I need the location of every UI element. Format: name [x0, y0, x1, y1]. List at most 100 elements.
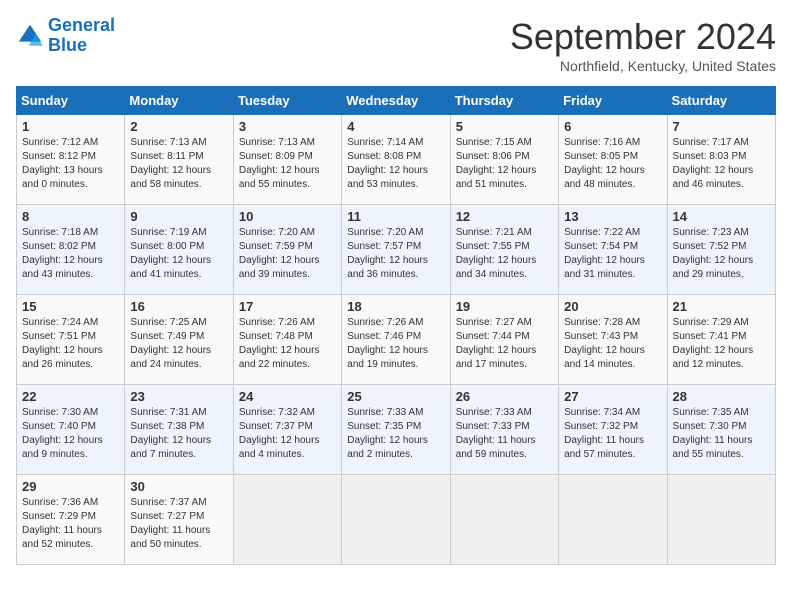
calendar-cell: 24 Sunrise: 7:32 AM Sunset: 7:37 PM Dayli…	[233, 385, 341, 475]
calendar-body: 1Sunrise: 7:12 AM Sunset: 8:12 PM Daylig…	[17, 115, 776, 565]
day-number: 5	[456, 119, 553, 134]
calendar-cell: 21 Sunrise: 7:29 AM Sunset: 7:41 PM Dayli…	[667, 295, 775, 385]
day-number: 23	[130, 389, 227, 404]
weekday-header: Sunday	[17, 87, 125, 115]
calendar-title: September 2024	[510, 16, 776, 58]
calendar-header: SundayMondayTuesdayWednesdayThursdayFrid…	[17, 87, 776, 115]
day-number: 6	[564, 119, 661, 134]
calendar-cell: 22 Sunrise: 7:30 AM Sunset: 7:40 PM Dayli…	[17, 385, 125, 475]
calendar-cell: 15 Sunrise: 7:24 AM Sunset: 7:51 PM Dayli…	[17, 295, 125, 385]
weekday-row: SundayMondayTuesdayWednesdayThursdayFrid…	[17, 87, 776, 115]
day-info: Sunrise: 7:26 AM Sunset: 7:48 PM Dayligh…	[239, 316, 336, 372]
calendar-cell	[667, 475, 775, 565]
day-number: 21	[673, 299, 770, 314]
title-area: September 2024 Northfield, Kentucky, Uni…	[510, 16, 776, 74]
day-info: Sunrise: 7:20 AM Sunset: 7:59 PM Dayligh…	[239, 226, 336, 282]
calendar-cell: 29 Sunrise: 7:36 AM Sunset: 7:29 PM Dayli…	[17, 475, 125, 565]
calendar-week-row: 8 Sunrise: 7:18 AM Sunset: 8:02 PM Daylig…	[17, 205, 776, 295]
day-info: Sunrise: 7:26 AM Sunset: 7:46 PM Dayligh…	[347, 316, 444, 372]
day-info: Sunrise: 7:35 AM Sunset: 7:30 PM Dayligh…	[673, 406, 770, 462]
calendar-cell: 23 Sunrise: 7:31 AM Sunset: 7:38 PM Dayli…	[125, 385, 233, 475]
calendar-cell: 9Sunrise: 7:19 AM Sunset: 8:00 PM Daylig…	[125, 205, 233, 295]
calendar-cell: 7 Sunrise: 7:17 AM Sunset: 8:03 PM Daylig…	[667, 115, 775, 205]
calendar-cell: 18 Sunrise: 7:26 AM Sunset: 7:46 PM Dayli…	[342, 295, 450, 385]
weekday-header: Tuesday	[233, 87, 341, 115]
day-number: 25	[347, 389, 444, 404]
day-number: 8	[22, 209, 119, 224]
logo-line1: General	[48, 15, 115, 35]
calendar-cell: 8 Sunrise: 7:18 AM Sunset: 8:02 PM Daylig…	[17, 205, 125, 295]
calendar-cell: 19 Sunrise: 7:27 AM Sunset: 7:44 PM Dayli…	[450, 295, 558, 385]
day-info: Sunrise: 7:22 AM Sunset: 7:54 PM Dayligh…	[564, 226, 661, 282]
day-number: 3	[239, 119, 336, 134]
calendar-subtitle: Northfield, Kentucky, United States	[510, 58, 776, 74]
logo-icon	[16, 22, 44, 50]
day-info: Sunrise: 7:29 AM Sunset: 7:41 PM Dayligh…	[673, 316, 770, 372]
day-number: 29	[22, 479, 119, 494]
day-number: 22	[22, 389, 119, 404]
logo-line2: Blue	[48, 35, 87, 55]
logo: General Blue	[16, 16, 115, 56]
day-info: Sunrise: 7:25 AM Sunset: 7:49 PM Dayligh…	[130, 316, 227, 372]
day-number: 1	[22, 119, 119, 134]
day-number: 7	[673, 119, 770, 134]
day-info: Sunrise: 7:15 AM Sunset: 8:06 PM Dayligh…	[456, 136, 553, 192]
day-number: 27	[564, 389, 661, 404]
day-info: Sunrise: 7:32 AM Sunset: 7:37 PM Dayligh…	[239, 406, 336, 462]
calendar-cell	[559, 475, 667, 565]
day-number: 4	[347, 119, 444, 134]
calendar-cell: 5 Sunrise: 7:15 AM Sunset: 8:06 PM Daylig…	[450, 115, 558, 205]
day-info: Sunrise: 7:37 AM Sunset: 7:27 PM Dayligh…	[130, 496, 227, 552]
calendar-week-row: 15 Sunrise: 7:24 AM Sunset: 7:51 PM Dayli…	[17, 295, 776, 385]
day-info: Sunrise: 7:13 AM Sunset: 8:09 PM Dayligh…	[239, 136, 336, 192]
calendar-cell	[233, 475, 341, 565]
day-number: 14	[673, 209, 770, 224]
day-info: Sunrise: 7:33 AM Sunset: 7:35 PM Dayligh…	[347, 406, 444, 462]
calendar-cell: 20Sunrise: 7:28 AM Sunset: 7:43 PM Dayli…	[559, 295, 667, 385]
day-number: 19	[456, 299, 553, 314]
weekday-header: Friday	[559, 87, 667, 115]
day-number: 24	[239, 389, 336, 404]
day-info: Sunrise: 7:13 AM Sunset: 8:11 PM Dayligh…	[130, 136, 227, 192]
day-info: Sunrise: 7:18 AM Sunset: 8:02 PM Dayligh…	[22, 226, 119, 282]
day-info: Sunrise: 7:17 AM Sunset: 8:03 PM Dayligh…	[673, 136, 770, 192]
calendar-table: SundayMondayTuesdayWednesdayThursdayFrid…	[16, 86, 776, 565]
day-number: 26	[456, 389, 553, 404]
day-info: Sunrise: 7:27 AM Sunset: 7:44 PM Dayligh…	[456, 316, 553, 372]
calendar-cell: 25 Sunrise: 7:33 AM Sunset: 7:35 PM Dayli…	[342, 385, 450, 475]
day-info: Sunrise: 7:24 AM Sunset: 7:51 PM Dayligh…	[22, 316, 119, 372]
day-number: 2	[130, 119, 227, 134]
weekday-header: Wednesday	[342, 87, 450, 115]
day-info: Sunrise: 7:36 AM Sunset: 7:29 PM Dayligh…	[22, 496, 119, 552]
day-number: 28	[673, 389, 770, 404]
calendar-cell: 12Sunrise: 7:21 AM Sunset: 7:55 PM Dayli…	[450, 205, 558, 295]
calendar-cell: 2 Sunrise: 7:13 AM Sunset: 8:11 PM Daylig…	[125, 115, 233, 205]
day-number: 10	[239, 209, 336, 224]
weekday-header: Saturday	[667, 87, 775, 115]
day-number: 15	[22, 299, 119, 314]
day-info: Sunrise: 7:31 AM Sunset: 7:38 PM Dayligh…	[130, 406, 227, 462]
day-info: Sunrise: 7:14 AM Sunset: 8:08 PM Dayligh…	[347, 136, 444, 192]
calendar-cell: 1Sunrise: 7:12 AM Sunset: 8:12 PM Daylig…	[17, 115, 125, 205]
logo-text: General Blue	[48, 16, 115, 56]
day-info: Sunrise: 7:30 AM Sunset: 7:40 PM Dayligh…	[22, 406, 119, 462]
day-info: Sunrise: 7:20 AM Sunset: 7:57 PM Dayligh…	[347, 226, 444, 282]
day-info: Sunrise: 7:34 AM Sunset: 7:32 PM Dayligh…	[564, 406, 661, 462]
calendar-cell: 28 Sunrise: 7:35 AM Sunset: 7:30 PM Dayli…	[667, 385, 775, 475]
calendar-cell: 26Sunrise: 7:33 AM Sunset: 7:33 PM Dayli…	[450, 385, 558, 475]
day-number: 18	[347, 299, 444, 314]
calendar-cell: 6Sunrise: 7:16 AM Sunset: 8:05 PM Daylig…	[559, 115, 667, 205]
day-info: Sunrise: 7:28 AM Sunset: 7:43 PM Dayligh…	[564, 316, 661, 372]
day-info: Sunrise: 7:23 AM Sunset: 7:52 PM Dayligh…	[673, 226, 770, 282]
calendar-cell	[342, 475, 450, 565]
day-number: 12	[456, 209, 553, 224]
calendar-cell: 17 Sunrise: 7:26 AM Sunset: 7:48 PM Dayli…	[233, 295, 341, 385]
day-number: 30	[130, 479, 227, 494]
day-number: 17	[239, 299, 336, 314]
calendar-cell: 13Sunrise: 7:22 AM Sunset: 7:54 PM Dayli…	[559, 205, 667, 295]
weekday-header: Thursday	[450, 87, 558, 115]
calendar-week-row: 1Sunrise: 7:12 AM Sunset: 8:12 PM Daylig…	[17, 115, 776, 205]
calendar-cell: 30 Sunrise: 7:37 AM Sunset: 7:27 PM Dayli…	[125, 475, 233, 565]
weekday-header: Monday	[125, 87, 233, 115]
day-info: Sunrise: 7:19 AM Sunset: 8:00 PM Dayligh…	[130, 226, 227, 282]
